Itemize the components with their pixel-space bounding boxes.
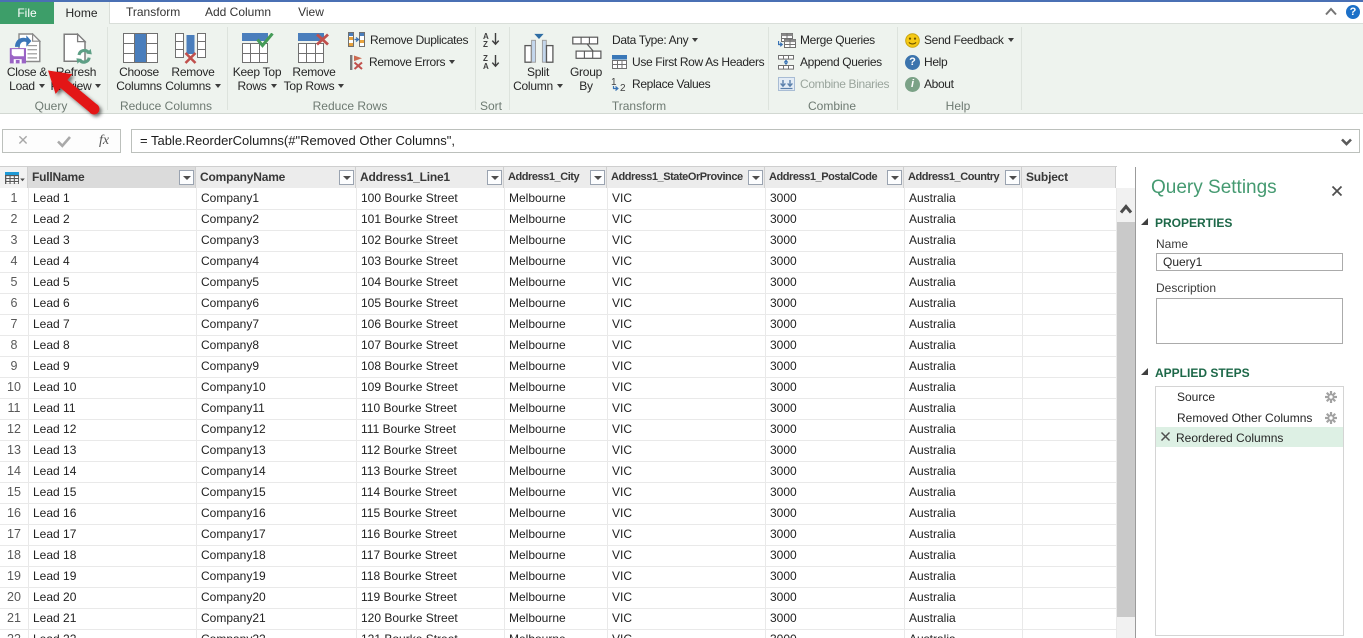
svg-text:A: A — [483, 62, 489, 69]
svg-text:Z: Z — [483, 40, 488, 47]
svg-text:2: 2 — [620, 83, 626, 92]
